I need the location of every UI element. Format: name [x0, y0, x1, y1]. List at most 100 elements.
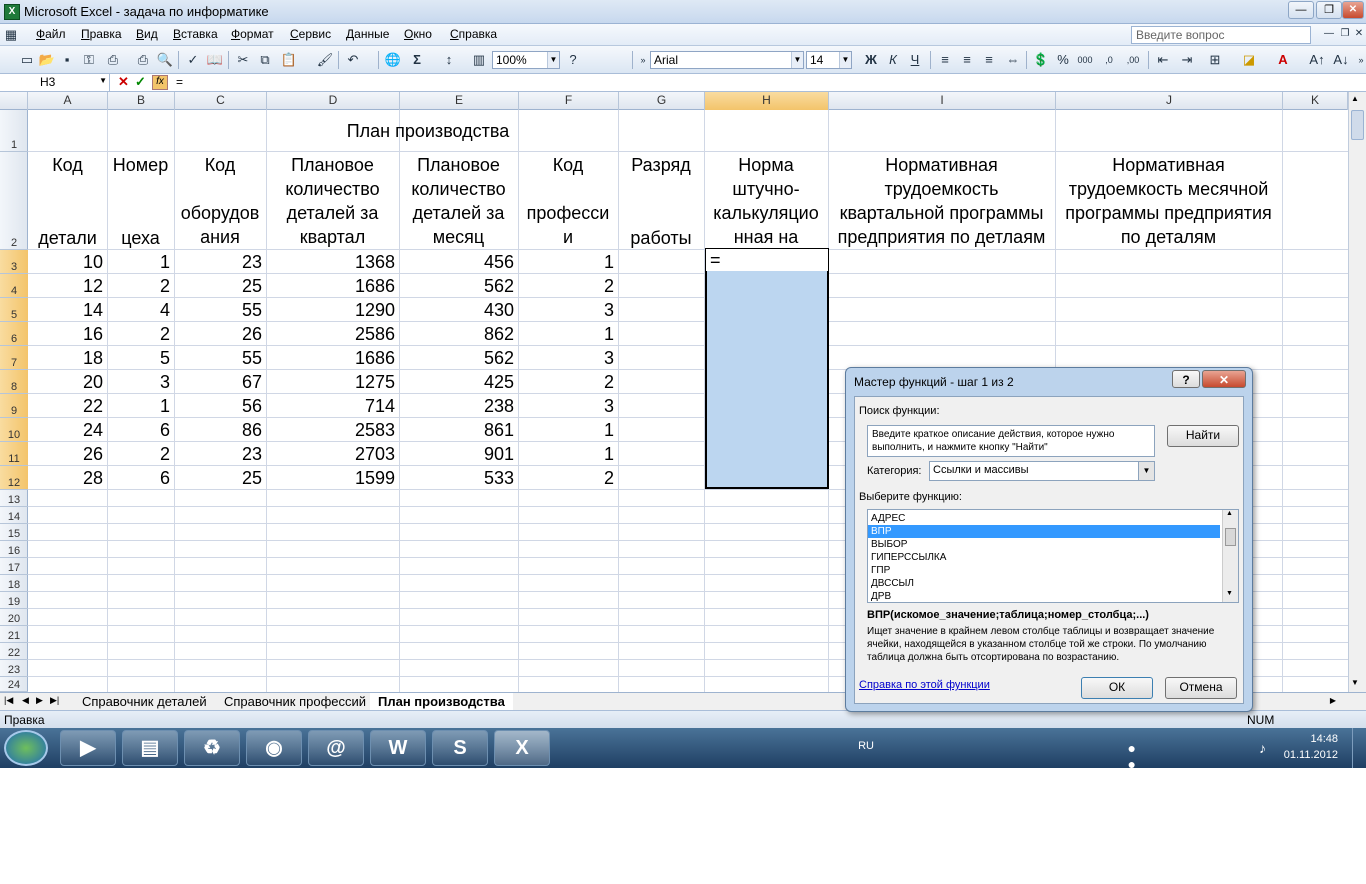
- print-icon[interactable]: ⎙: [104, 51, 122, 69]
- row-header[interactable]: 3: [0, 250, 28, 274]
- currency-icon[interactable]: 💲: [1032, 51, 1050, 69]
- list-item-selected[interactable]: ВПР: [868, 525, 1220, 538]
- row-header[interactable]: 19: [0, 592, 28, 609]
- cell[interactable]: 2: [518, 466, 618, 490]
- cell[interactable]: 23: [174, 250, 266, 274]
- cell[interactable]: 901: [399, 442, 518, 466]
- align-left-icon[interactable]: ≡: [936, 51, 954, 69]
- minimize-button[interactable]: —: [1288, 1, 1314, 19]
- permission-icon[interactable]: ⚿: [80, 51, 98, 69]
- cell[interactable]: 56: [174, 394, 266, 418]
- cell[interactable]: 862: [399, 322, 518, 346]
- row-header[interactable]: 9: [0, 394, 28, 418]
- list-item[interactable]: ДВССЫЛ: [868, 577, 1220, 590]
- percent-icon[interactable]: %: [1054, 51, 1072, 69]
- menu-window[interactable]: Окно: [404, 27, 432, 41]
- list-item[interactable]: АДРЕС: [868, 512, 1220, 525]
- merge-center-icon[interactable]: ⇔: [1004, 51, 1022, 69]
- cell[interactable]: 2583: [266, 418, 399, 442]
- cell[interactable]: 67: [174, 370, 266, 394]
- column-header-f[interactable]: F: [519, 92, 619, 110]
- cell[interactable]: 16: [28, 322, 107, 346]
- fill-color-icon[interactable]: ◪: [1240, 51, 1258, 69]
- cell[interactable]: 3: [518, 394, 618, 418]
- cell[interactable]: 1686: [266, 274, 399, 298]
- row-header[interactable]: 22: [0, 643, 28, 660]
- menu-format[interactable]: Формат: [231, 27, 274, 41]
- help-link[interactable]: Справка по этой функции: [859, 679, 990, 691]
- active-cell[interactable]: =: [706, 249, 828, 271]
- new-icon[interactable]: ▭: [18, 51, 36, 69]
- cell[interactable]: 533: [399, 466, 518, 490]
- scroll-thumb[interactable]: [1351, 110, 1364, 140]
- column-header-b[interactable]: B: [108, 92, 175, 110]
- cell[interactable]: 2: [107, 322, 174, 346]
- clock-time[interactable]: 14:48: [1310, 733, 1338, 745]
- cell[interactable]: 1686: [266, 346, 399, 370]
- cell[interactable]: 10: [28, 250, 107, 274]
- cell[interactable]: 456: [399, 250, 518, 274]
- sort-ascending-icon[interactable]: ↕: [440, 51, 458, 69]
- cell[interactable]: 1290: [266, 298, 399, 322]
- enter-icon[interactable]: ✓: [135, 74, 146, 90]
- first-sheet-icon[interactable]: |◀: [4, 695, 13, 706]
- column-header-k[interactable]: K: [1283, 92, 1348, 110]
- column-header-g[interactable]: G: [619, 92, 705, 110]
- cell[interactable]: 714: [266, 394, 399, 418]
- volume-icon[interactable]: ♪: [1259, 740, 1266, 756]
- increase-decimal-icon[interactable]: ,0: [1100, 51, 1118, 69]
- borders-icon[interactable]: ⊞: [1206, 51, 1224, 69]
- language-indicator[interactable]: RU: [858, 740, 874, 752]
- cell[interactable]: 1: [107, 250, 174, 274]
- zoom-select[interactable]: 100% ▼: [492, 51, 560, 69]
- menu-tools[interactable]: Сервис: [290, 27, 331, 41]
- cell[interactable]: 430: [399, 298, 518, 322]
- excel-taskbar-icon[interactable]: X: [494, 730, 550, 766]
- chrome-icon[interactable]: ◉: [246, 730, 302, 766]
- column-header-a[interactable]: A: [28, 92, 108, 110]
- list-item[interactable]: ГПР: [868, 564, 1220, 577]
- open-icon[interactable]: 📂: [38, 51, 56, 69]
- cell[interactable]: 2: [518, 370, 618, 394]
- scroll-up-icon[interactable]: ▲: [1351, 94, 1359, 103]
- tab-professions-reference[interactable]: Справочник профессий: [216, 693, 374, 710]
- row-header[interactable]: 23: [0, 660, 28, 677]
- cell[interactable]: 5: [107, 346, 174, 370]
- cell[interactable]: 2: [518, 274, 618, 298]
- cell[interactable]: 562: [399, 274, 518, 298]
- cell[interactable]: 55: [174, 346, 266, 370]
- column-header-e[interactable]: E: [400, 92, 519, 110]
- cell[interactable]: 3: [107, 370, 174, 394]
- cell[interactable]: 22: [28, 394, 107, 418]
- question-input[interactable]: Введите вопрос: [1131, 26, 1311, 44]
- tray-icons[interactable]: ● ● ● ● ● ● ● ● ●: [1128, 740, 1136, 884]
- cell[interactable]: 28: [28, 466, 107, 490]
- cut-icon[interactable]: ✂: [234, 51, 252, 69]
- increase-indent-icon[interactable]: ⇥: [1178, 51, 1196, 69]
- cell[interactable]: 55: [174, 298, 266, 322]
- sheet-menu-icon[interactable]: ▦: [2, 26, 20, 44]
- spelling-icon[interactable]: ✓: [184, 51, 202, 69]
- cell[interactable]: 562: [399, 346, 518, 370]
- row-header[interactable]: 16: [0, 541, 28, 558]
- row-header[interactable]: 7: [0, 346, 28, 370]
- tab-parts-reference[interactable]: Справочник деталей: [74, 693, 215, 710]
- close-icon[interactable]: ✕: [1202, 370, 1246, 388]
- underline-icon[interactable]: Ч: [906, 51, 924, 69]
- row-header[interactable]: 12: [0, 466, 28, 490]
- list-item[interactable]: ДРВ: [868, 590, 1220, 602]
- font-size-select[interactable]: 14 ▼: [806, 51, 852, 69]
- row-header[interactable]: 17: [0, 558, 28, 575]
- cell[interactable]: 2: [107, 442, 174, 466]
- row-header[interactable]: 6: [0, 322, 28, 346]
- insert-function-icon[interactable]: fx: [152, 75, 168, 90]
- tab-production-plan[interactable]: План производства: [370, 693, 513, 710]
- formula-input[interactable]: =: [176, 75, 183, 89]
- hyperlink-icon[interactable]: 🌐: [384, 51, 402, 69]
- scroll-thumb[interactable]: [1225, 528, 1236, 546]
- show-desktop-button[interactable]: [1352, 728, 1366, 768]
- cell[interactable]: 3: [518, 346, 618, 370]
- scroll-down-icon[interactable]: ▼: [1351, 678, 1359, 687]
- menu-data[interactable]: Данные: [346, 27, 389, 41]
- select-all-corner[interactable]: [0, 92, 28, 110]
